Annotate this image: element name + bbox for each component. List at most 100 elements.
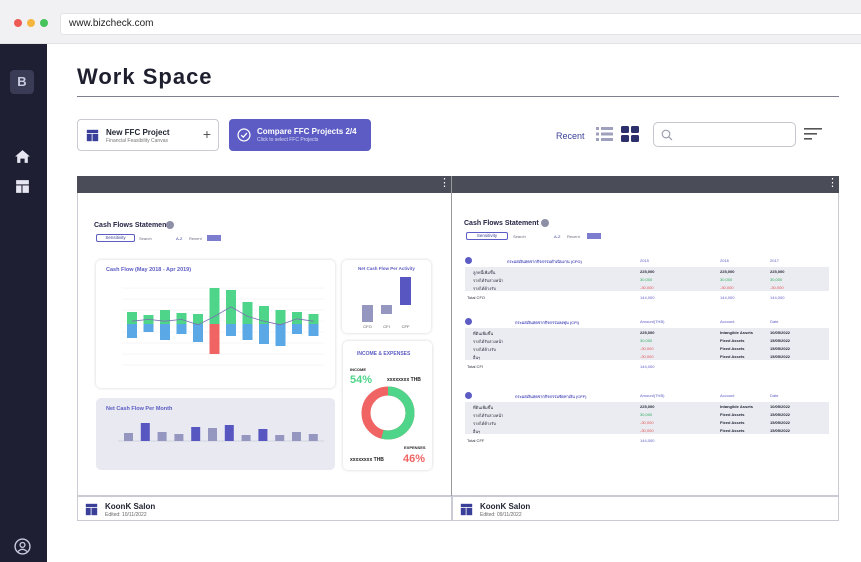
home-icon[interactable] [14, 148, 31, 165]
cash-in-bar [292, 312, 302, 324]
column-header: 2016 [720, 258, 729, 263]
net-cash-month-card[interactable]: Net Cash Flow Per Month [96, 398, 335, 470]
check-circle-icon [237, 128, 251, 142]
info-icon[interactable] [166, 221, 174, 229]
month-bar [157, 432, 167, 441]
total-value: 144,000 [640, 364, 655, 369]
table-row-label: รายได้รับล่วงหน้า [473, 278, 504, 283]
net-cash-activity-card[interactable]: Net Cash Flow Per Activity CFO CFI CFF [342, 260, 431, 333]
activity-label: CFI [383, 324, 389, 329]
section-toggle-icon[interactable] [465, 318, 472, 325]
sensitivity-tab[interactable]: Sensitivity [96, 234, 135, 242]
month-bar [292, 432, 301, 441]
new-project-label: New FFC Project [106, 128, 170, 137]
month-bar [140, 423, 150, 441]
cash-out-bar [259, 324, 269, 344]
address-bar[interactable]: www.bizcheck.com [60, 13, 861, 35]
compare-projects-sublabel: Click to select FFC Projects [257, 137, 319, 143]
section-header: กระแสเงินสดจากกิจกรรมจัดหาเงิน (CFF) [515, 394, 587, 399]
grid-view-icon[interactable] [621, 126, 639, 142]
table-row-label: อื่นๆ [473, 429, 481, 434]
table-cell: 225,000 [720, 269, 735, 274]
section-toggle-icon[interactable] [465, 392, 472, 399]
browser-chrome: www.bizcheck.com [0, 0, 861, 44]
total-value: 144,000 [720, 295, 735, 300]
cash-out-bar [176, 324, 187, 334]
month-bar [208, 428, 217, 441]
search-icon [661, 129, 673, 141]
table-cell: -30,000 [640, 428, 654, 433]
income-expenses-title: INCOME & EXPENSES [357, 351, 411, 357]
table-row-label: ที่ดินเพิ่มขึ้น [473, 331, 494, 336]
sensitivity-tab[interactable]: Sensitivity [466, 232, 508, 240]
table-row-label: รายได้รับล่วงหน้า [473, 339, 504, 344]
maximize-window-button[interactable] [40, 19, 48, 27]
income-expenses-card[interactable]: INCOME & EXPENSES INCOME 54% xxxxxxxx TH… [343, 341, 432, 470]
user-icon[interactable] [14, 538, 31, 555]
table-cell: -30,000 [640, 346, 654, 351]
right-panel-title: Cash Flows Statement [464, 220, 539, 227]
az-sort-label[interactable]: A-Z [176, 236, 182, 241]
page-title: Work Space [77, 64, 213, 89]
left-panel-menu-icon[interactable]: ⋮ [439, 178, 450, 189]
dashboard-icon [86, 129, 99, 142]
table-cell: Fixed Assets [720, 420, 745, 425]
net-cash-month-chart [118, 423, 324, 442]
table-view-icon[interactable] [587, 233, 601, 239]
search-label[interactable]: Search [139, 236, 152, 241]
dashboard-icon[interactable] [14, 178, 31, 195]
income-expenses-donut [361, 386, 415, 440]
list-view-icon[interactable] [596, 126, 613, 142]
compare-projects-button[interactable]: Compare FFC Projects 2/4 Click to select… [229, 119, 371, 151]
project-card-footer[interactable]: KoonK Salon Edited: 09/11/2022 [452, 496, 839, 521]
table-row-label: อื่นๆ [473, 355, 481, 360]
project-edited-date: Edited: 10/11/2022 [105, 512, 147, 518]
section-toggle-icon[interactable] [465, 257, 472, 264]
new-project-button[interactable]: New FFC Project Financial Feasibility Ca… [77, 119, 219, 151]
search-input[interactable] [653, 122, 796, 147]
table-cell: Fixed Assets [720, 412, 745, 417]
table-cell: 10/05/2022 [770, 330, 791, 335]
table-row-label: รายได้ค้างรับ [473, 421, 496, 426]
sort-icon[interactable] [804, 128, 822, 140]
table-cell: 30,000 [720, 277, 733, 282]
az-sort-label[interactable]: A-Z [554, 234, 560, 239]
project-name: KoonK Salon [480, 502, 531, 511]
dashboard-icon [85, 503, 98, 516]
cash-flow-chart-card[interactable]: Cash Flow (May 2018 - Apr 2019) [96, 260, 335, 388]
right-panel-menu-icon[interactable]: ⋮ [827, 178, 838, 189]
project-card-footer[interactable]: KoonK Salon Edited: 10/11/2022 [77, 496, 452, 521]
search-label[interactable]: Search [513, 234, 526, 239]
expenses-value: xxxxxxxx THB [350, 457, 384, 463]
table-cell: -30,000 [720, 285, 734, 290]
table-row-label: ลูกหนี้เพิ่มขึ้น [473, 270, 496, 275]
app-logo[interactable]: B [10, 70, 34, 94]
chart-view-icon[interactable] [207, 235, 221, 241]
close-window-button[interactable] [14, 19, 22, 27]
table-cell: 15/05/2022 [770, 428, 791, 433]
expenses-percent: 46% [403, 453, 426, 465]
total-value: 144,000 [640, 295, 655, 300]
cash-in-bar [127, 312, 137, 324]
cash-out-bar [209, 324, 220, 354]
left-panel-title: Cash Flows Statement [94, 222, 169, 229]
project-name: KoonK Salon [105, 502, 156, 511]
cash-flow-section: กระแสเงินสดจากกิจกรรมดำเนินงาน (CFO) 2015… [465, 257, 829, 303]
recent-label[interactable]: Recent [567, 234, 580, 239]
column-header: Account [720, 393, 735, 398]
cash-flow-chart [122, 287, 324, 366]
cash-in-bar [308, 314, 319, 324]
table-row-label: รายได้รับล่วงหน้า [473, 413, 504, 418]
total-value: 144,000 [640, 438, 655, 443]
table-row-label: รายได้ค้างรับ [473, 286, 496, 291]
minimize-window-button[interactable] [27, 19, 35, 27]
recent-sort-label[interactable]: Recent [556, 131, 585, 141]
cash-flow-section: กระแสเงินสดจากกิจกรรมลงทุน (CFI) Amount(T… [465, 318, 829, 372]
net-line [131, 306, 314, 326]
total-value: 144,000 [770, 295, 785, 300]
recent-label[interactable]: Recent [189, 236, 202, 241]
income-value: xxxxxxxx THB [387, 377, 421, 383]
table-cell: Fixed Assets [720, 428, 745, 433]
info-icon[interactable] [541, 219, 549, 227]
section-rows: ลูกหนี้เพิ่มขึ้น 225,000 225,000 225,000 ราย… [465, 267, 829, 291]
